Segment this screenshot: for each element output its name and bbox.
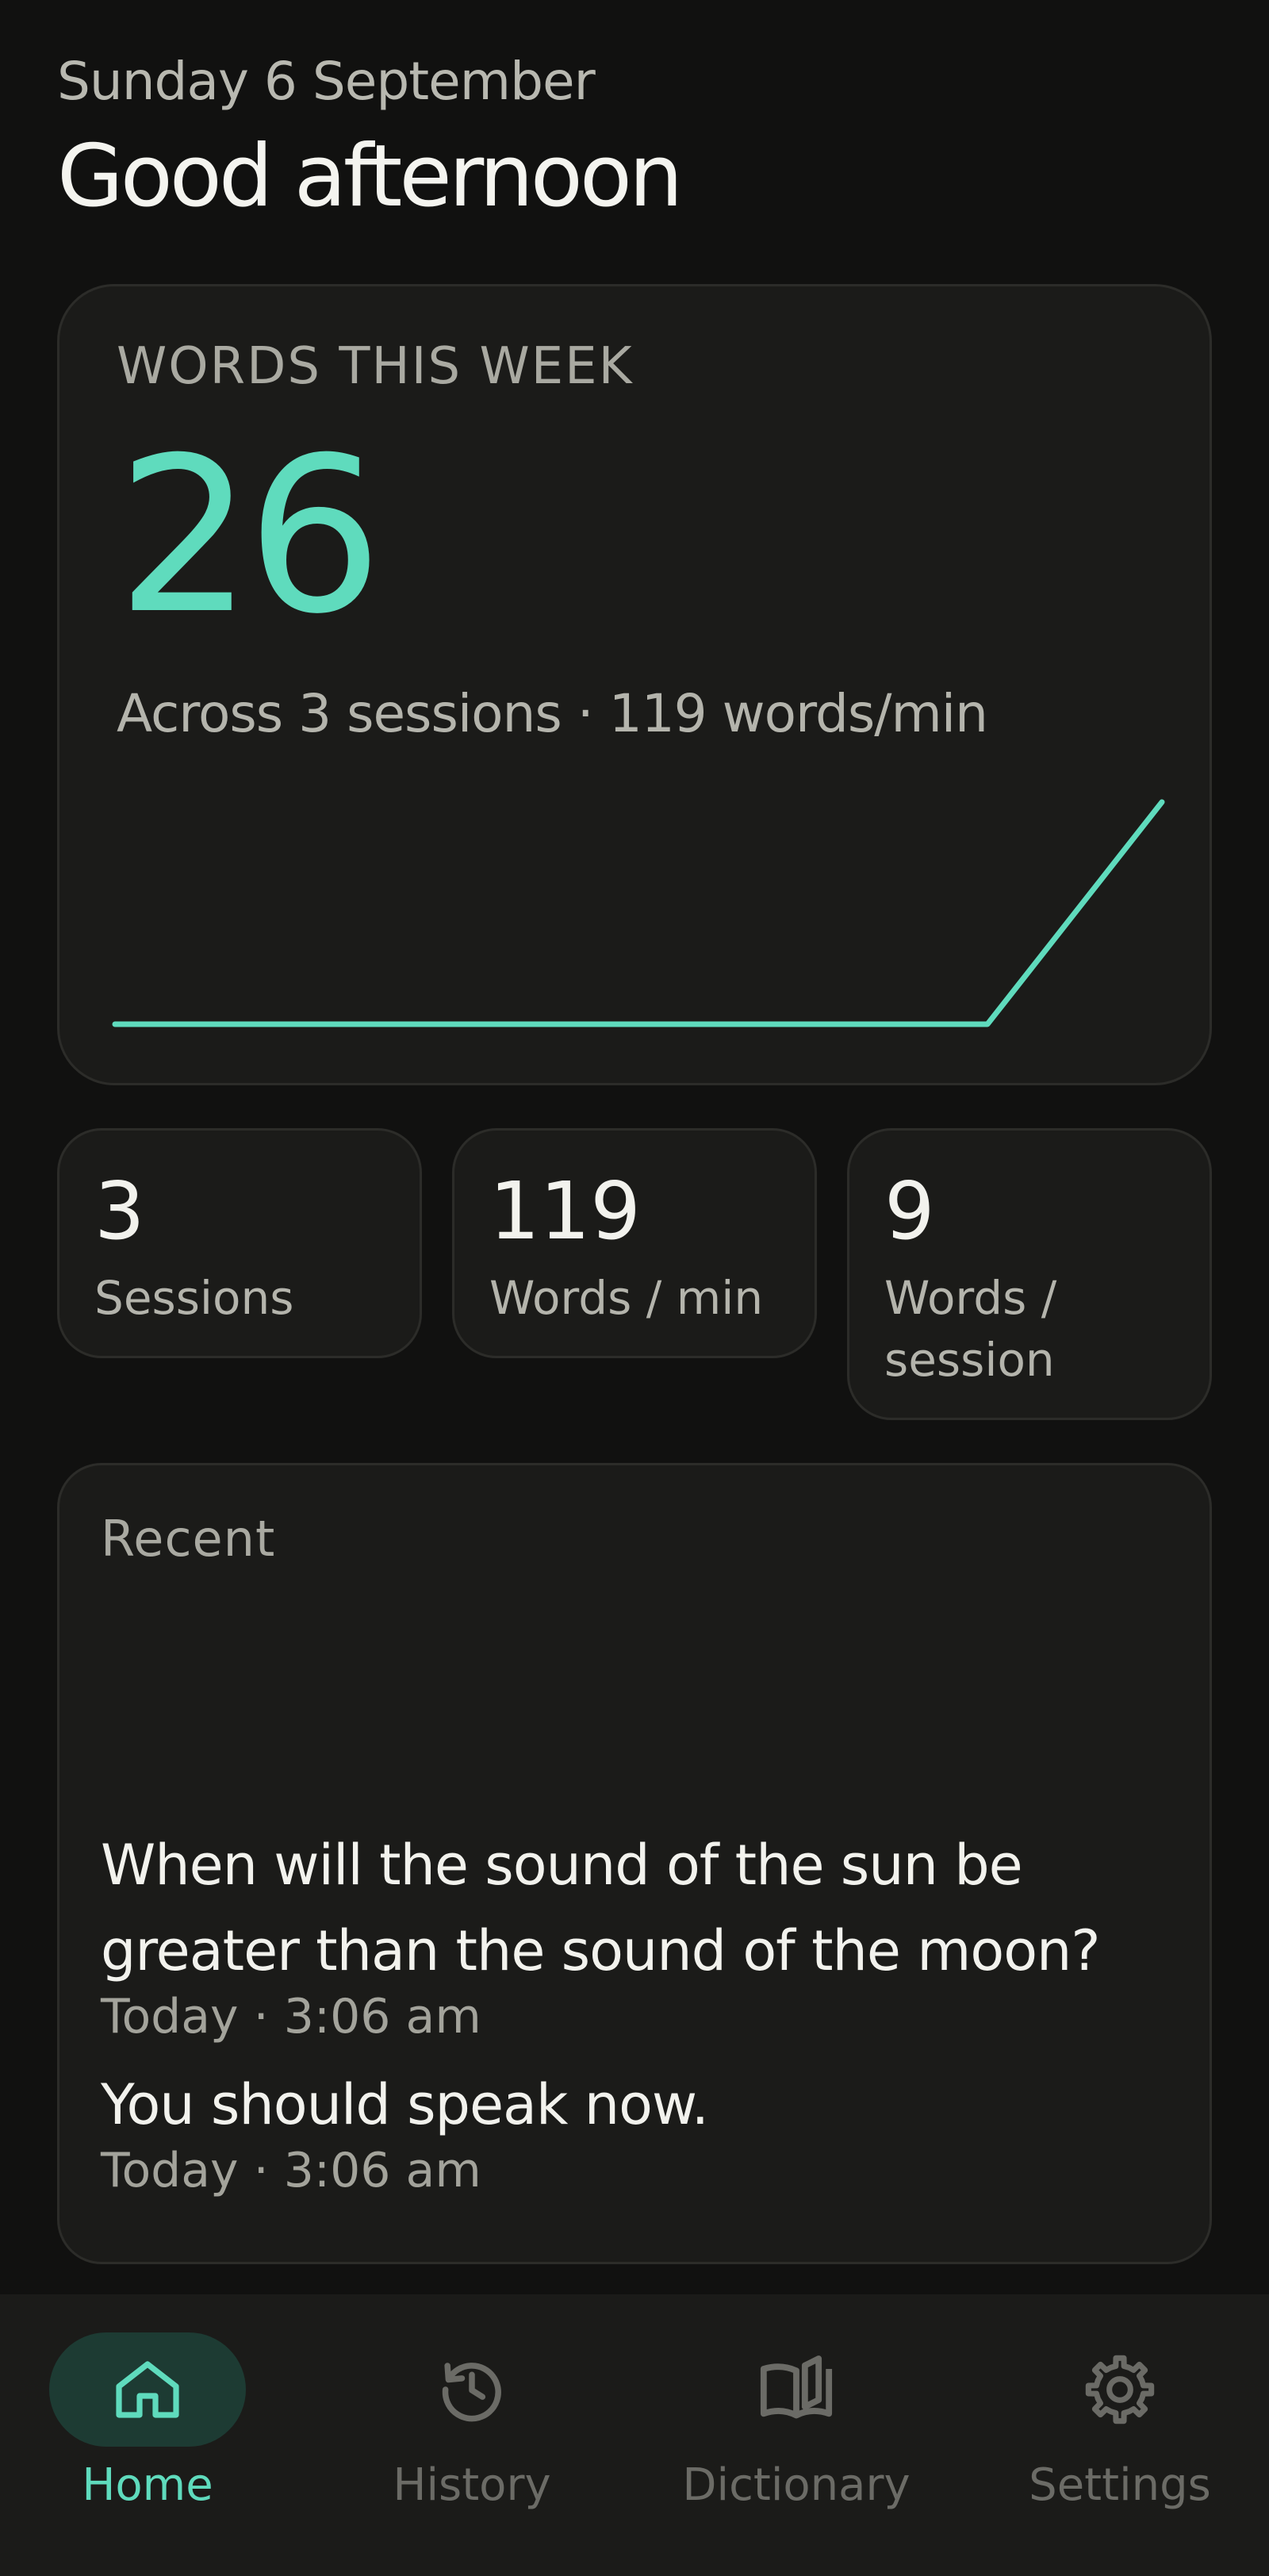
- nav-dictionary-pill: [698, 2332, 895, 2447]
- gear-icon: [1085, 2355, 1155, 2424]
- nav-settings-pill: [1022, 2332, 1218, 2447]
- recent-item[interactable]: You should speak now. Today · 3:06 am: [101, 2062, 1168, 2200]
- nav-dictionary-label: Dictionary: [682, 2459, 911, 2511]
- nav-settings[interactable]: Settings: [961, 2332, 1269, 2539]
- nav-history-label: History: [393, 2459, 551, 2511]
- recent-card: Recent When will the sound of the sun be…: [57, 1463, 1212, 2264]
- nav-home-pill: [49, 2332, 246, 2447]
- nav-history-pill: [374, 2332, 570, 2447]
- words-this-week-card[interactable]: WORDS THIS WEEK 26 Across 3 sessions · 1…: [57, 284, 1212, 1085]
- history-icon: [442, 2363, 501, 2422]
- sessions-stat-card[interactable]: 3 Sessions: [57, 1128, 422, 1358]
- recent-item-text: When will the sound of the sun be greate…: [101, 1833, 1101, 1983]
- words-per-minute-stat-card[interactable]: 119 Words / min: [452, 1128, 817, 1358]
- nav-dictionary[interactable]: Dictionary: [638, 2332, 955, 2539]
- words-this-week-title: WORDS THIS WEEK: [117, 337, 634, 396]
- recent-item[interactable]: When will the sound of the sun be greate…: [101, 1822, 1168, 2046]
- words-summary-subtitle: Across 3 sessions · 119 words/min: [117, 683, 988, 744]
- bottom-navigation: Home History Dictionary Settings: [0, 2294, 1269, 2576]
- words-per-session-stat-card[interactable]: 9 Words / session: [847, 1128, 1212, 1420]
- words-per-session-value: 9: [884, 1165, 935, 1257]
- recent-title: Recent: [101, 1510, 276, 1568]
- greeting-title: Good afternoon: [57, 127, 683, 226]
- nav-home[interactable]: Home: [0, 2332, 306, 2539]
- words-per-minute-label: Words / min: [489, 1271, 764, 1325]
- words-count: 26: [117, 411, 383, 661]
- nav-history[interactable]: History: [313, 2332, 631, 2539]
- home-icon: [116, 2361, 179, 2418]
- nav-settings-label: Settings: [1029, 2459, 1211, 2511]
- sessions-value: 3: [94, 1165, 145, 1257]
- recent-item-timestamp: Today · 3:06 am: [101, 2143, 481, 2198]
- nav-home-label: Home: [82, 2459, 213, 2511]
- words-per-session-label: Words / session: [884, 1271, 1057, 1387]
- sessions-label: Sessions: [94, 1271, 294, 1325]
- sparkline-series: [112, 799, 1165, 1027]
- words-per-minute-value: 119: [489, 1165, 641, 1257]
- date-label: Sunday 6 September: [57, 51, 596, 112]
- recent-item-timestamp: Today · 3:06 am: [101, 1989, 481, 2044]
- recent-item-text: You should speak now.: [101, 2072, 709, 2137]
- words-sparkline: [112, 799, 1165, 1027]
- book-icon: [760, 2355, 833, 2419]
